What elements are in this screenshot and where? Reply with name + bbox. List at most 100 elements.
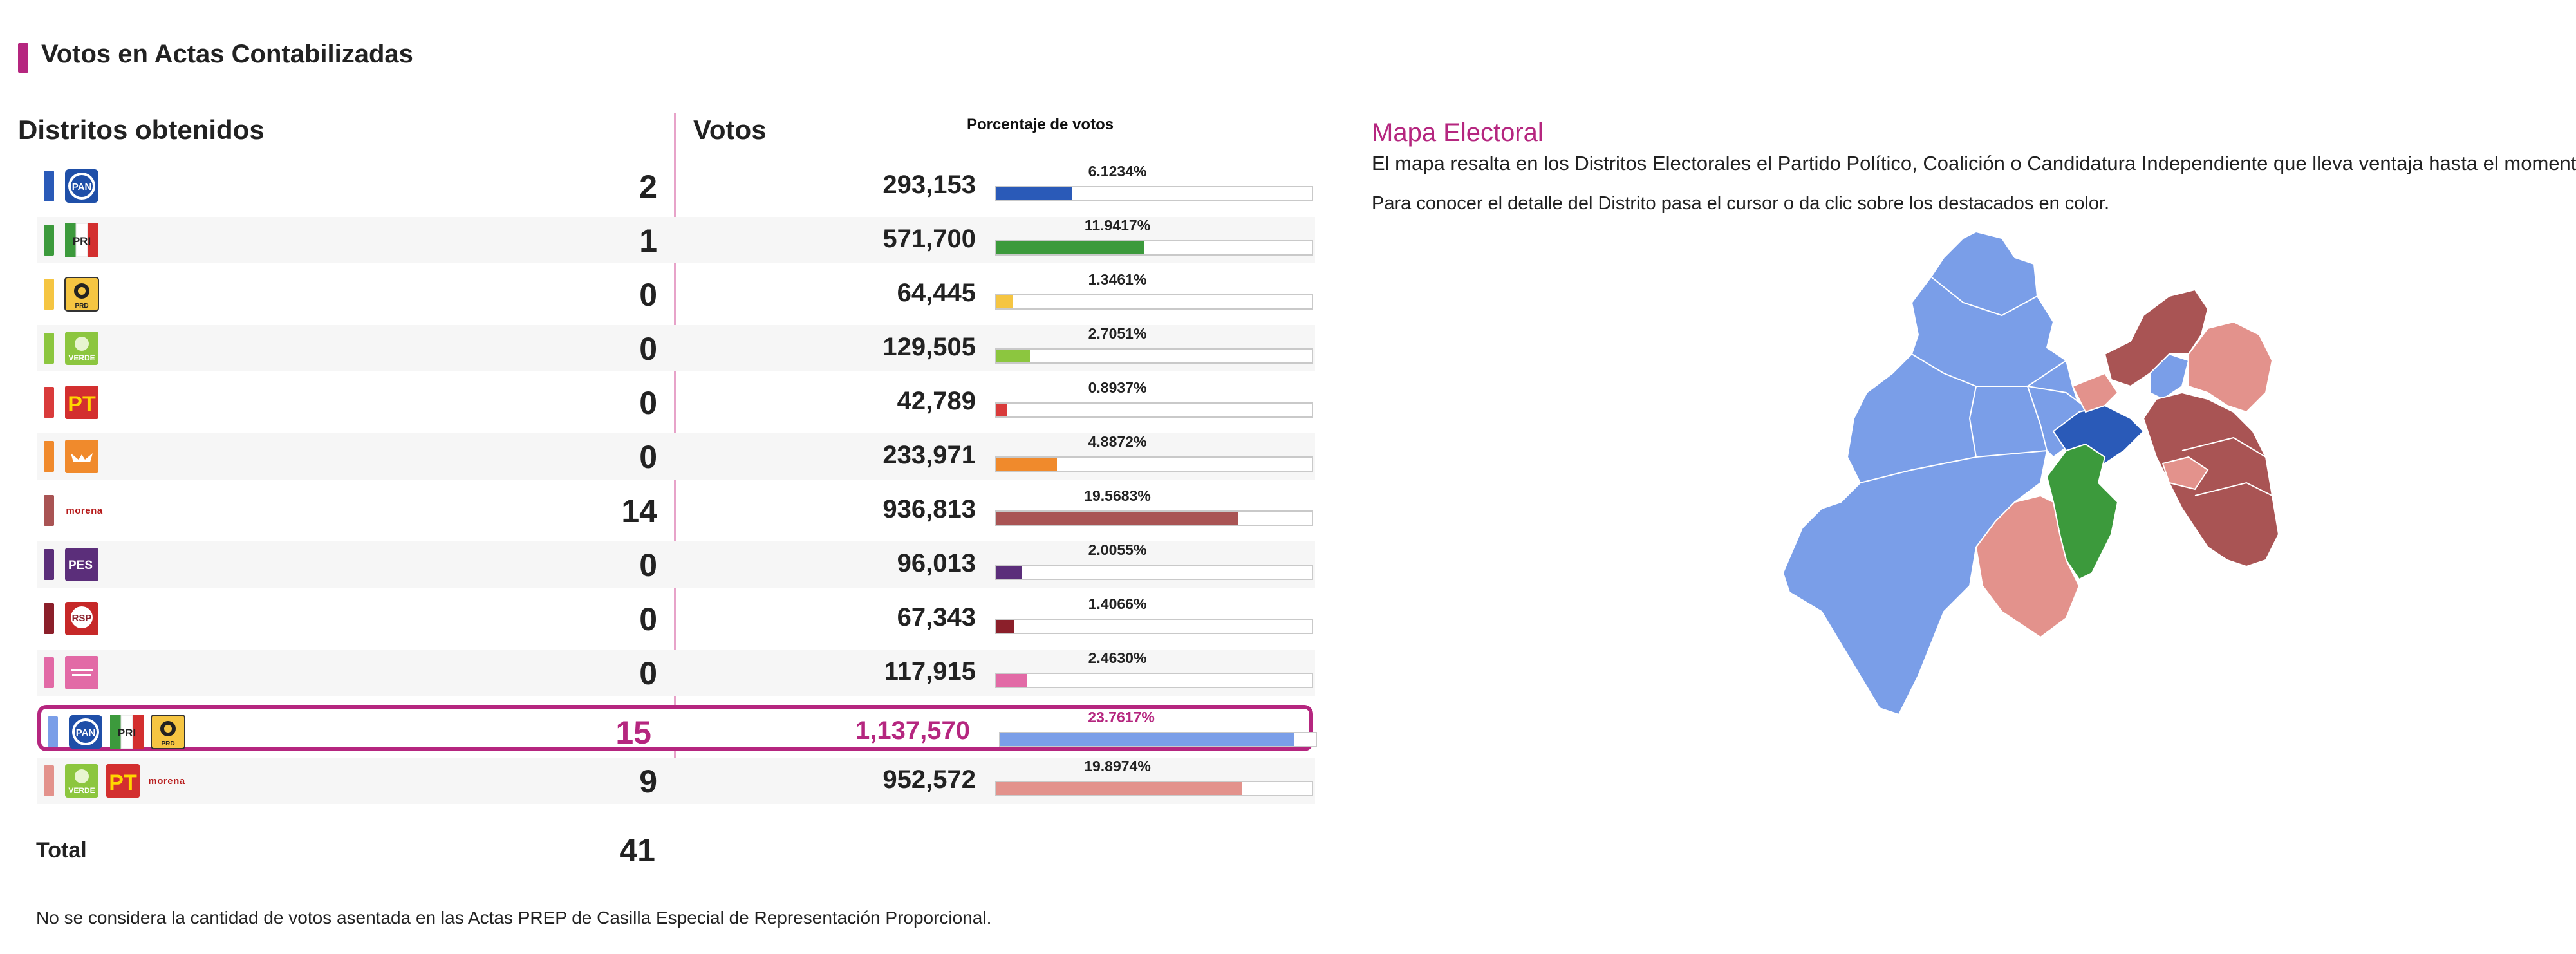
party-logos (64, 439, 99, 474)
party-color-swatch (44, 279, 54, 310)
percent-bar-fill (996, 674, 1027, 687)
percent-label: 19.5683% (1084, 487, 1151, 504)
percent-bar (995, 240, 1313, 256)
map-description: El mapa resalta en los Distritos Elector… (1372, 152, 2576, 174)
party-logos (64, 655, 99, 690)
svg-text:VERDE: VERDE (68, 353, 95, 362)
votes-count: 129,505 (882, 333, 976, 361)
percent-bar (995, 186, 1313, 201)
votes-count: 1,137,570 (855, 716, 970, 745)
districts-count: 2 (639, 169, 657, 205)
party-logos: RSP (64, 601, 99, 636)
total-value: 41 (619, 832, 655, 868)
percent-bar-fill (996, 404, 1007, 416)
percent-label: 2.4630% (1088, 650, 1147, 666)
svg-text:PT: PT (109, 771, 137, 795)
map-district-west[interactable] (1783, 230, 2080, 716)
table-row-highlighted[interactable]: PAN PRI PRD 15 1,137,570 23.7617% (37, 705, 1317, 751)
districts-count: 1 (639, 223, 657, 259)
electoral-map (1783, 230, 2280, 716)
party-logos: PT (64, 385, 99, 420)
percent-bar-fill (996, 512, 1238, 525)
pri-logo-icon: PRI (109, 715, 144, 749)
districts-count: 14 (621, 493, 657, 529)
prd-logo-icon: PRD (151, 715, 185, 749)
percent-bar (995, 456, 1313, 472)
percent-label: 23.7617% (1088, 709, 1155, 725)
percent-bar (995, 510, 1313, 526)
table-row[interactable]: PRI 1 571,700 11.9417% (37, 217, 1315, 263)
votes-count: 42,789 (897, 387, 976, 415)
percent-bar (999, 732, 1317, 747)
party-color-swatch (44, 603, 54, 634)
table-row[interactable]: PT 0 42,789 0.8937% (37, 379, 1315, 426)
svg-text:PRD: PRD (75, 303, 88, 310)
svg-text:RSP: RSP (72, 613, 92, 624)
percent-label: 1.3461% (1088, 271, 1147, 288)
party-color-swatch (44, 495, 54, 526)
districts-count: 0 (639, 547, 657, 583)
percent-bar (995, 619, 1313, 634)
party-logos: VERDE (64, 331, 99, 366)
morena-logo-icon: morena (66, 505, 103, 516)
percent-label: 1.4066% (1088, 595, 1147, 612)
map-title: Mapa Electoral (1372, 118, 1544, 147)
party-color-swatch (44, 225, 54, 256)
verde-logo-icon: VERDE (64, 763, 99, 798)
party-logos: PES (64, 547, 99, 582)
column-header-percent: Porcentaje de votos (967, 116, 1114, 133)
map-district-morena-east[interactable] (2142, 391, 2280, 568)
votes-count: 952,572 (882, 765, 976, 794)
table-row[interactable]: VERDE 0 129,505 2.7051% (37, 325, 1315, 371)
svg-text:PAN: PAN (72, 182, 92, 192)
footnote: No se considera la cantidad de votos ase… (36, 908, 992, 928)
table-row[interactable]: PRD 0 64,445 1.3461% (37, 271, 1315, 317)
party-logos: PAN PRI PRD (68, 715, 185, 749)
table-row[interactable]: RSP 0 67,343 1.4066% (37, 595, 1315, 642)
pt-logo-icon: PT (64, 385, 99, 420)
table-row[interactable]: morena 14 936,813 19.5683% (37, 487, 1315, 534)
table-row[interactable]: 0 233,971 4.8872% (37, 433, 1315, 480)
districts-count: 0 (639, 439, 657, 475)
votes-count: 571,700 (882, 225, 976, 253)
pan-logo-icon: PAN (64, 169, 99, 203)
morena-logo-icon: morena (148, 775, 185, 787)
party-color-swatch (44, 387, 54, 418)
votes-count: 96,013 (897, 549, 976, 577)
party-color-swatch (44, 657, 54, 688)
table-row[interactable]: PAN 2 293,153 6.1234% (37, 163, 1315, 209)
mc-logo-icon (64, 439, 99, 474)
percent-bar-fill (996, 782, 1242, 795)
party-logos: PRI (64, 223, 99, 257)
percent-bar (995, 402, 1313, 418)
percent-label: 19.8974% (1084, 758, 1151, 774)
percent-bar-fill (996, 458, 1057, 471)
districts-count: 0 (639, 331, 657, 367)
pt-logo-icon: PT (106, 763, 140, 798)
percent-bar-fill (996, 295, 1013, 308)
votes-count: 67,343 (897, 603, 976, 631)
percent-bar-fill (996, 350, 1030, 362)
total-label: Total (36, 838, 87, 863)
party-logos: PRD (64, 277, 99, 312)
svg-text:PRD: PRD (161, 740, 174, 747)
percent-bar (995, 348, 1313, 364)
pri-logo-icon: PRI (64, 223, 99, 257)
votes-count: 936,813 (882, 495, 976, 523)
votes-count: 117,915 (884, 657, 976, 686)
party-color-swatch (44, 171, 54, 201)
percent-label: 6.1234% (1088, 163, 1147, 180)
table-row[interactable]: PES 0 96,013 2.0055% (37, 541, 1315, 588)
percent-bar-fill (996, 241, 1144, 254)
districts-count: 0 (639, 655, 657, 691)
party-logos: morena (64, 493, 104, 528)
party-color-swatch (44, 333, 54, 364)
rsp-logo-icon: RSP (64, 601, 99, 636)
svg-text:PRI: PRI (73, 235, 91, 247)
table-row[interactable]: VERDE PT morena 9 952,572 19.8974% (37, 758, 1315, 804)
percent-bar (995, 781, 1313, 796)
votes-count: 233,971 (882, 441, 976, 469)
districts-count: 0 (639, 601, 657, 637)
party-color-swatch (44, 765, 54, 796)
table-row[interactable]: 0 117,915 2.4630% (37, 650, 1315, 696)
